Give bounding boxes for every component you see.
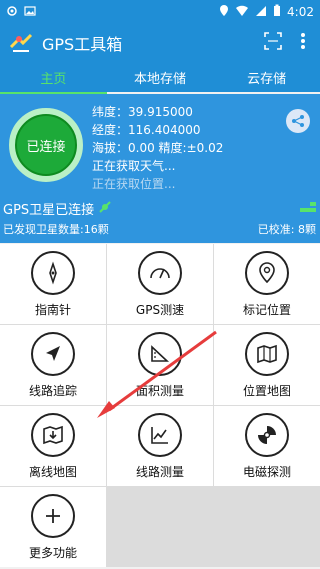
tool-route-measure[interactable]: 线路测量: [107, 406, 213, 486]
tool-more-features[interactable]: 更多功能: [0, 487, 106, 567]
map-icon: [245, 331, 289, 376]
tool-area-measure[interactable]: 面积测量: [107, 325, 213, 405]
connection-label: 已连接: [17, 116, 75, 174]
tool-grid: 指南针 GPS测速 标记位置 线路追踪 面积测量 位置地图 离线地图 线路测量 …: [0, 244, 320, 567]
app-logo-icon: [6, 28, 36, 58]
navigation-arrow-icon: [31, 331, 75, 376]
tool-mark-location[interactable]: 标记位置: [214, 244, 320, 324]
line-chart-icon: [138, 412, 182, 457]
compass-icon: [31, 250, 75, 295]
app-actions: [264, 32, 320, 54]
app-title: GPS工具箱: [42, 35, 123, 54]
image-icon: [24, 5, 36, 20]
area-ruler-icon: [138, 331, 182, 376]
more-vert-icon[interactable]: [300, 32, 306, 54]
weather-status: 正在获取天气...: [92, 159, 176, 173]
status-right: 4:02: [219, 4, 314, 20]
radar-icon: [245, 412, 289, 457]
tool-offline-map[interactable]: 离线地图: [0, 406, 106, 486]
tab-cloud-storage[interactable]: 云存储: [213, 62, 320, 92]
status-panel: 已连接 纬度：39.915000 经度：116.404000 海拔：0.00 精…: [0, 94, 320, 195]
plus-icon: [31, 493, 75, 538]
connection-button[interactable]: 已连接: [9, 108, 83, 182]
offline-map-icon: [31, 412, 75, 457]
tool-em-detection[interactable]: 电磁探测: [214, 406, 320, 486]
status-left-icons: [6, 5, 36, 20]
satellite-found-text: 已发现卫星数量:16颗: [3, 223, 109, 236]
tab-local-storage[interactable]: 本地存储: [107, 62, 214, 92]
location-status: 正在获取位置...: [92, 177, 176, 191]
tool-compass[interactable]: 指南针: [0, 244, 106, 324]
longitude-text: 经度：116.404000: [92, 123, 201, 137]
share-button[interactable]: [286, 109, 310, 133]
scan-icon[interactable]: [264, 32, 282, 54]
tool-location-map[interactable]: 位置地图: [214, 325, 320, 405]
tool-gps-speed[interactable]: GPS测速: [107, 244, 213, 324]
tab-home[interactable]: 主页: [0, 62, 107, 92]
signal-icon: [255, 5, 267, 20]
battery-icon: [273, 4, 281, 20]
position-info: 纬度：39.915000 经度：116.404000 海拔：0.00 精度:±0…: [92, 103, 223, 193]
wifi-icon: [235, 5, 249, 20]
app-bar: GPS工具箱: [0, 24, 320, 62]
gps-title: GPS卫星已连接: [3, 199, 112, 218]
signal-bars-icon: [300, 202, 316, 212]
main-tabs: 主页 本地存储 云存储: [0, 62, 320, 92]
altitude-text: 海拔：0.00 精度:±0.02: [92, 141, 224, 155]
location-icon: [219, 4, 229, 20]
gps-location-icon: [6, 5, 18, 20]
share-icon: [292, 115, 304, 127]
satellite-calibrated-text: 已校准: 8颗: [257, 223, 316, 236]
satellite-icon: [98, 200, 112, 218]
status-time: 4:02: [287, 5, 314, 19]
map-marker-icon: [245, 250, 289, 295]
speedometer-icon: [138, 250, 182, 295]
status-bar: 4:02: [0, 0, 320, 24]
tool-route-tracking[interactable]: 线路追踪: [0, 325, 106, 405]
latitude-text: 纬度：39.915000: [92, 105, 193, 119]
gps-status-bar: GPS卫星已连接 已发现卫星数量:16颗 已校准: 8颗: [0, 195, 320, 243]
